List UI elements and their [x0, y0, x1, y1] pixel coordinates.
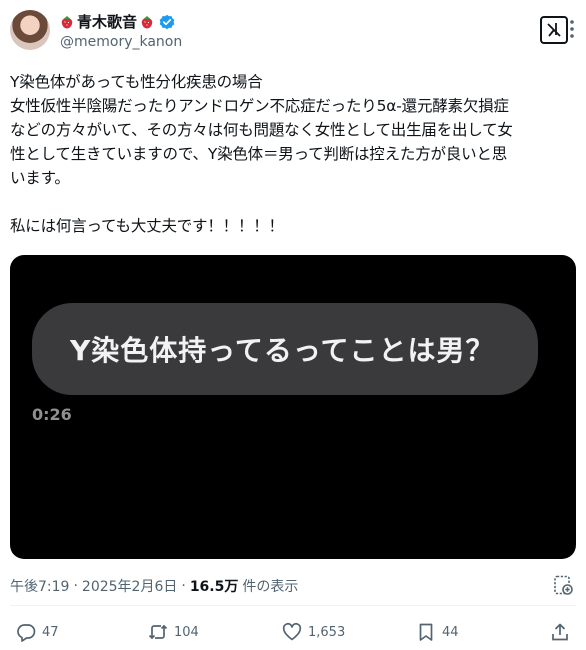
- post-line: 性として生きていますので、Y染色体＝男って判断は控えた方が良いと思: [10, 145, 508, 163]
- bookmark-icon: [419, 623, 433, 641]
- action-bar: 47 104 1,653 44: [10, 622, 576, 648]
- like-count: 1,653: [308, 624, 346, 640]
- post-body: Y染色体があっても性分化疾患の場合 女性仮性半陰陽だったりアンドロゲン不応症だっ…: [10, 70, 574, 238]
- post-meta: 午後7:19 · 2025年2月6日 · 16.5万 件の表示: [10, 576, 298, 596]
- strawberry-icon: [61, 16, 73, 29]
- repost-button[interactable]: 104: [148, 622, 199, 642]
- share-icon: [552, 623, 568, 641]
- author-handle[interactable]: @memory_kanon: [60, 34, 182, 50]
- meta-separator: ·: [73, 578, 78, 594]
- divider: [10, 605, 576, 606]
- video-player[interactable]: Y染色体持ってるってことは男？ 0:26: [10, 255, 576, 559]
- more-options-icon[interactable]: [562, 14, 582, 44]
- video-caption-bubble: Y染色体持ってるってことは男？: [32, 303, 538, 395]
- author-name-row[interactable]: 青木歌音: [60, 13, 175, 31]
- post-line: 女性仮性半陰陽だったりアンドロゲン不応症だったり5α-還元酵素欠損症: [10, 97, 509, 115]
- video-timecode: 0:26: [32, 405, 72, 424]
- community-note-icon[interactable]: [552, 574, 574, 596]
- verified-badge-icon: [159, 14, 175, 30]
- share-button[interactable]: [550, 622, 570, 642]
- like-button[interactable]: 1,653: [282, 622, 345, 642]
- repost-count: 104: [174, 624, 199, 640]
- video-caption-text: Y染色体持ってるってことは男？: [70, 334, 495, 367]
- bookmark-button[interactable]: 44: [416, 622, 459, 642]
- post-header: 青木歌音 @memory_kanon: [10, 10, 576, 58]
- post-line: Y染色体があっても性分化疾患の場合: [10, 73, 263, 91]
- post-line: 私には何言っても大丈夫です！！！！！: [10, 217, 284, 235]
- reply-icon: [17, 624, 36, 642]
- views-label: 件の表示: [242, 579, 299, 595]
- post-line: います。: [10, 169, 70, 187]
- post-date[interactable]: 2025年2月6日: [82, 576, 177, 596]
- reply-button[interactable]: 47: [16, 622, 59, 642]
- post-time[interactable]: 午後7:19: [10, 576, 69, 596]
- post-line: などの方々がいて、その方々は何も問題なく女性として出生届を出して女: [10, 121, 513, 139]
- heart-icon: [282, 622, 302, 641]
- bookmark-count: 44: [442, 624, 459, 640]
- grok-icon: [547, 23, 561, 37]
- meta-separator: ·: [181, 578, 186, 594]
- avatar[interactable]: [10, 10, 50, 50]
- views-count: 16.5万: [189, 579, 239, 595]
- reply-count: 47: [42, 624, 59, 640]
- repost-icon: [148, 624, 168, 640]
- author-display-name[interactable]: 青木歌音: [77, 13, 137, 31]
- strawberry-icon: [141, 16, 153, 29]
